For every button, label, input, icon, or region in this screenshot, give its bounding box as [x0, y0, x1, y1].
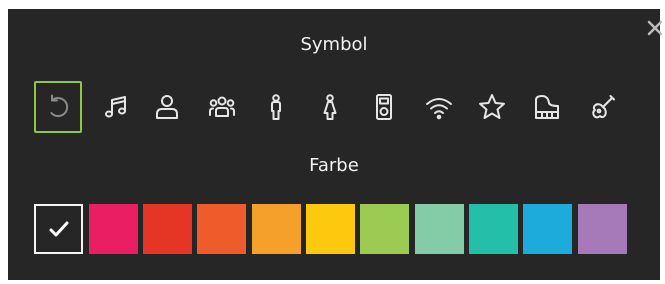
reset-icon: [50, 94, 69, 118]
color-swatch-red[interactable]: [143, 204, 192, 254]
woman-icon: [323, 94, 337, 120]
color-swatch-mint[interactable]: [415, 204, 464, 254]
group-icon: [209, 96, 235, 117]
man-icon: [271, 94, 281, 120]
color-swatch-pink[interactable]: [89, 204, 138, 254]
color-heading: Farbe: [309, 155, 359, 176]
color-swatch-lavender[interactable]: [578, 204, 627, 254]
color-swatch-orange-red[interactable]: [197, 204, 246, 254]
color-swatch-lime[interactable]: [360, 204, 409, 254]
icon-option-music-player[interactable]: [360, 81, 408, 133]
music-note-icon: [105, 96, 126, 118]
wifi-icon: [426, 98, 452, 120]
symbol-color-dialog: Symbol Farbe: [8, 9, 660, 280]
icon-option-woman[interactable]: [306, 81, 354, 133]
symbol-heading: Symbol: [300, 34, 368, 55]
icon-option-man[interactable]: [252, 81, 300, 133]
piano-icon: [535, 95, 559, 119]
color-swatch-yellow[interactable]: [306, 204, 355, 254]
icon-option-music-note[interactable]: [92, 81, 140, 133]
color-swatch-none[interactable]: [34, 204, 83, 254]
star-icon: [479, 94, 505, 119]
checkmark-icon: [49, 221, 68, 237]
icon-option-piano[interactable]: [523, 81, 571, 133]
color-swatch-sky-blue[interactable]: [523, 204, 572, 254]
person-icon: [156, 95, 178, 119]
close-icon[interactable]: [647, 18, 663, 38]
color-swatch-teal[interactable]: [469, 204, 518, 254]
guitar-icon: [592, 95, 615, 119]
icon-option-star[interactable]: [468, 81, 516, 133]
icon-option-person[interactable]: [143, 81, 191, 133]
icon-option-group[interactable]: [198, 81, 246, 133]
icon-option-wifi[interactable]: [415, 81, 463, 133]
color-swatch-orange[interactable]: [252, 204, 301, 254]
icon-option-guitar[interactable]: [579, 81, 627, 133]
music-player-icon: [376, 94, 392, 120]
icon-option-reset[interactable]: [34, 81, 82, 133]
